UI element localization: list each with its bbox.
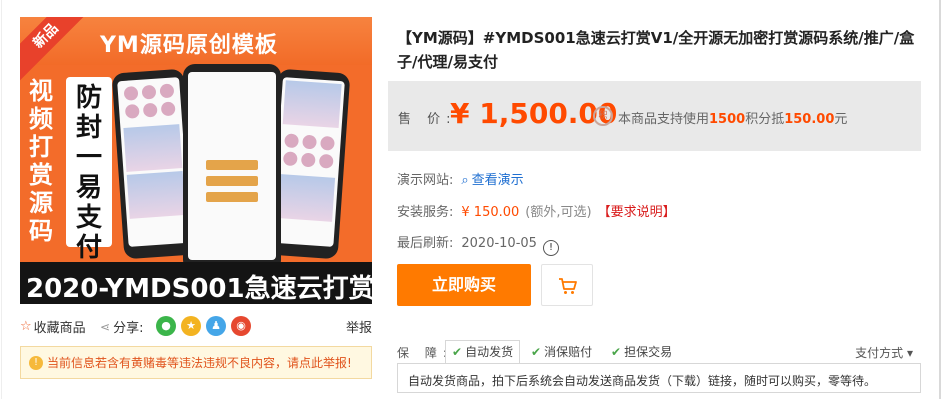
guarantee-tab-escrow[interactable]: ✔ 担保交易 [605,340,678,364]
price-box: 售 价: ¥ 1,500.00 积 本商品支持使用1500积分抵150.00元 [388,81,921,151]
notice-text: 当前信息若含有黄赌毒等违法违规不良内容，请点此举报! [47,356,352,370]
phone-mockup-center [183,64,281,272]
favorite-label: 收藏商品 [33,321,86,336]
demo-link[interactable]: ⌕ 查看演示 [461,173,523,188]
share-label: 分享: [113,321,144,336]
service-row: 安装服务: ¥ 150.00 (额外,可选) 【要求说明】 [397,201,676,220]
share-label-group: ⋖ 分享: [100,317,144,337]
lightbulb-icon: ! [29,355,43,370]
check-icon: ✔ [531,345,542,359]
payment-method-dropdown[interactable]: 支付方式 ▾ [855,344,913,361]
points-amount: 1500 [709,112,746,127]
refresh-label: 最后刷新: [397,236,454,251]
points-value: 150.00 [784,112,835,127]
product-title: 【YM源码】#YMDS001急速云打赏V1/全开源无加密打赏源码系统/推广/盒子… [397,29,915,71]
service-price: ¥ 150.00 [461,205,520,220]
weibo-icon[interactable]: ◉ [231,316,251,336]
image-footer-text: 2020-YMDS001急速云打赏 [26,274,372,304]
image-card: 防封一易支付 [66,77,112,263]
check-icon: ✔ [452,345,463,359]
wechat-icon[interactable]: ● [156,316,176,336]
demo-row: 演示网站: ⌕ 查看演示 [397,169,524,188]
points-prefix: 本商品支持使用 [618,112,710,127]
points-suffix: 元 [834,112,848,127]
buy-now-button[interactable]: 立即购买 [397,264,531,306]
price-label: 售 价: [398,112,457,127]
service-requirements-link[interactable]: 【要求说明】 [598,205,676,220]
check-icon: ✔ [611,345,622,359]
image-left-text: 视频打赏源码 [29,77,53,245]
report-notice[interactable]: ! 当前信息若含有黄赌毒等违法违规不良内容，请点此举报! [20,346,372,379]
guarantee-row: 保 障: ✔ 自动发货 ✔ 消保赔付 ✔ 担保交易 支付方式 ▾ [397,340,921,364]
guarantee-tab-auto-delivery[interactable]: ✔ 自动发货 [445,340,521,364]
guarantee-item-label: 消保赔付 [544,345,593,359]
search-icon: ⌕ [461,173,469,188]
demo-link-label: 查看演示 [471,173,524,188]
share-icon: ⋖ [100,319,111,334]
image-footer: 2020-YMDS001急速云打赏 [20,262,372,304]
guarantee-description: 自动发货商品，拍下后系统会自动发送商品发货（下载）链接，随时可以购买，零等待。 [397,363,921,393]
info-icon[interactable]: ! [542,240,559,256]
qq-icon[interactable]: ♟ [206,316,226,336]
share-icons: ● ★ ♟ ◉ [156,316,251,336]
guarantee-tab-compensation[interactable]: ✔ 消保赔付 [525,340,598,364]
favorite-button[interactable]: ☆ 收藏商品 [20,317,86,336]
image-card-text: 防封一易支付 [75,83,102,263]
add-to-cart-button[interactable] [541,264,593,306]
cart-icon [559,278,577,294]
refresh-date: 2020-10-05 [461,236,537,251]
points-text: 本商品支持使用1500积分抵150.00元 [618,108,847,127]
points-middle: 积分抵 [745,112,785,127]
points-icon: 积 [593,106,613,126]
refresh-row: 最后刷新: 2020-10-05! [397,232,559,256]
report-link[interactable]: 举报 [346,317,372,336]
guarantee-item-label: 担保交易 [624,345,673,359]
product-image[interactable]: YM源码原创模板 新品 视频打赏源码 防封一易支付 2020-YMDS001急速… [20,17,372,304]
qzone-icon[interactable]: ★ [181,316,201,336]
actions-row: ☆ 收藏商品 ⋖ 分享: ● ★ ♟ ◉ 举报 [20,316,372,336]
star-icon: ☆ [20,319,32,334]
guarantee-item-label: 自动发货 [465,345,514,359]
demo-label: 演示网站: [397,173,454,188]
image-banner-title: YM源码原创模板 [100,33,278,58]
service-label: 安装服务: [397,205,454,220]
service-note: (额外,可选) [525,205,592,220]
